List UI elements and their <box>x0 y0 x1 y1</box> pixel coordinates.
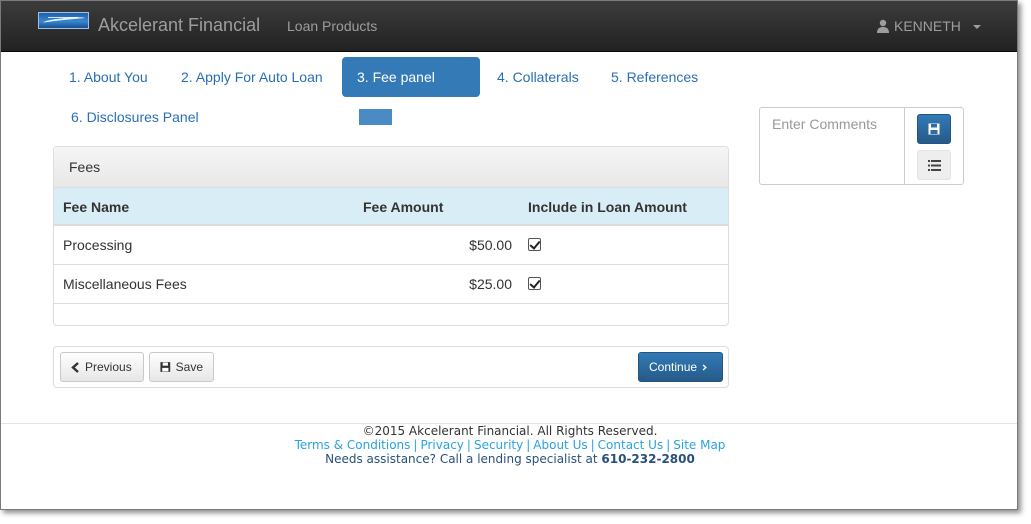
tab-about-you[interactable]: 1. About You <box>54 57 163 97</box>
include-checkbox[interactable] <box>528 238 541 251</box>
chevron-left-icon <box>71 361 79 373</box>
fee-name-cell: Miscellaneous Fees <box>63 276 187 292</box>
user-icon <box>877 19 889 33</box>
save-label: Save <box>175 360 203 374</box>
top-navbar: Akcelerant Financial Loan Products KENNE… <box>1 1 1017 52</box>
link-separator: | <box>590 438 595 452</box>
column-header-include-in-loan: Include in Loan Amount <box>528 199 687 215</box>
user-menu[interactable]: KENNETH <box>876 18 981 34</box>
include-checkbox[interactable] <box>528 277 541 290</box>
previous-button[interactable]: Previous <box>60 352 144 382</box>
footer-link-privacy[interactable]: Privacy <box>420 438 463 452</box>
tab-collaterals[interactable]: 4. Collaterals <box>482 57 594 97</box>
brand-title[interactable]: Akcelerant Financial <box>98 15 260 36</box>
tab-references[interactable]: 5. References <box>596 57 713 97</box>
tab-label: 2. Apply For Auto Loan <box>181 69 323 85</box>
phone-number: 610-232-2800 <box>601 452 695 466</box>
footer-link-site-map[interactable]: Site Map <box>673 438 725 452</box>
tab-fee-panel[interactable]: 3. Fee panel <box>342 57 480 126</box>
previous-label: Previous <box>85 360 132 374</box>
save-comment-button[interactable] <box>917 114 951 144</box>
fee-amount-cell: $50.00 <box>469 237 512 253</box>
chevron-right-icon <box>702 364 707 370</box>
column-header-fee-amount: Fee Amount <box>363 199 444 215</box>
action-bar: Previous Save Continue <box>53 346 729 388</box>
assistance-text: Needs assistance? Call a lending special… <box>325 452 598 466</box>
tab-disclosures-panel[interactable]: 6. Disclosures Panel <box>56 97 214 137</box>
fee-amount-cell: $25.00 <box>469 276 512 292</box>
fees-panel: Fees Fee Name Fee Amount Include in Loan… <box>53 146 729 326</box>
floppy-disk-icon <box>928 123 940 135</box>
link-separator: | <box>413 438 418 452</box>
footer-link-about-us[interactable]: About Us <box>533 438 587 452</box>
footer-links: Terms & Conditions | Privacy | Security | Abou… <box>1 438 1017 452</box>
list-comments-button[interactable] <box>917 150 951 180</box>
link-separator: | <box>526 438 531 452</box>
app-window: Akcelerant Financial Loan Products KENNE… <box>0 0 1018 510</box>
user-name: KENNETH <box>894 18 961 34</box>
panel-heading: Fees <box>54 147 728 188</box>
footer-link-security[interactable]: Security <box>474 438 523 452</box>
list-icon <box>927 159 941 171</box>
tab-label: 3. Fee panel <box>357 69 435 85</box>
assistance-line: Needs assistance? Call a lending special… <box>1 452 1017 466</box>
fee-name-cell: Processing <box>63 237 133 253</box>
copyright-text: ©2015 Akcelerant Financial. All Rights R… <box>362 424 658 438</box>
comments-input[interactable] <box>760 108 905 184</box>
table-row: Miscellaneous Fees $25.00 <box>54 265 728 304</box>
logo-stripe <box>48 17 78 18</box>
footer-link-terms[interactable]: Terms & Conditions <box>295 438 411 452</box>
link-separator: | <box>466 438 471 452</box>
link-separator: | <box>666 438 671 452</box>
continue-label: Continue <box>649 360 698 374</box>
tab-badge <box>359 109 392 126</box>
continue-button[interactable]: Continue <box>638 352 723 382</box>
tab-label: 6. Disclosures Panel <box>71 109 199 125</box>
comments-box <box>759 107 964 185</box>
column-header-fee-name: Fee Name <box>63 199 130 215</box>
tab-apply-auto-loan[interactable]: 2. Apply For Auto Loan <box>166 57 338 97</box>
tab-label: 4. Collaterals <box>497 69 579 85</box>
tab-label: 1. About You <box>69 69 148 85</box>
tab-label: 5. References <box>611 69 699 85</box>
chevron-down-icon <box>972 25 981 29</box>
save-button[interactable]: Save <box>149 352 214 382</box>
footer: ©2015 Akcelerant Financial. All Rights R… <box>1 423 1017 466</box>
table-row: Processing $50.00 <box>54 226 728 265</box>
nav-link-loan-products[interactable]: Loan Products <box>287 18 377 34</box>
footer-link-contact-us[interactable]: Contact Us <box>598 438 664 452</box>
floppy-disk-icon <box>160 362 171 372</box>
table-header: Fee Name Fee Amount Include in Loan Amou… <box>54 188 728 226</box>
brand-logo[interactable] <box>38 12 89 29</box>
